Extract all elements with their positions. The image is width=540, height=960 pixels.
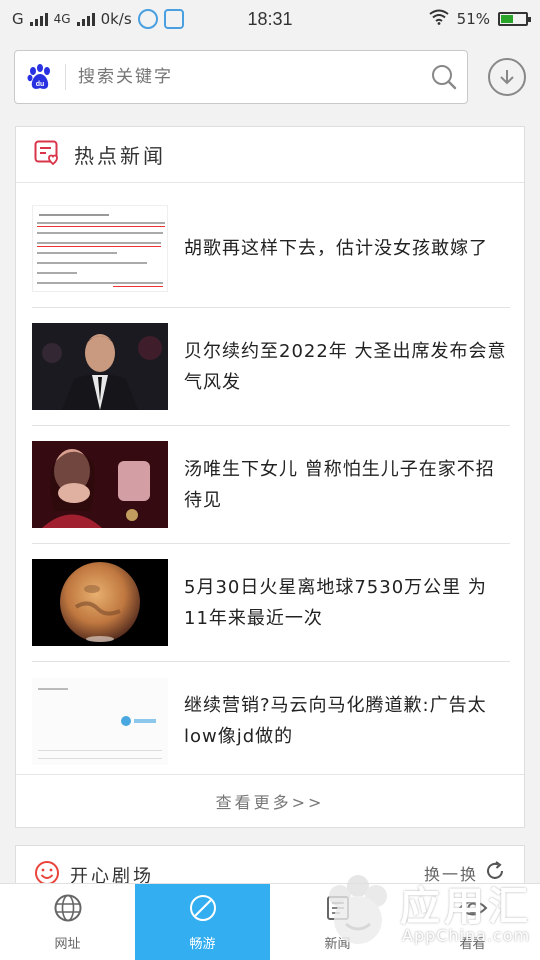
battery-icon [498,12,531,26]
globe-icon [53,893,83,927]
nav-item-websites[interactable]: 网址 [0,884,135,960]
news-title-1: 胡歌再这样下去，估计没女孩敢嫁了 [184,238,488,259]
search-input[interactable] [66,67,421,87]
news-item-4[interactable]: 5月30日火星离地球7530万公里 为11年来最近一次 [32,544,510,662]
nav-label-websites: 网址 [54,936,81,952]
news-thumbnail-4 [32,559,168,646]
bottom-nav: 网址 畅游 新闻 看看 [0,883,540,960]
search-box[interactable]: du [14,50,468,104]
download-icon[interactable] [488,58,526,96]
shield-icon [163,9,184,29]
clock: 18:31 [247,8,293,29]
news-thumbnail-1 [32,205,168,292]
svg-text:du: du [36,81,45,88]
news-item-2[interactable]: 贝尔续约至2022年 大圣出席发布会意气风发 [32,308,510,426]
hot-news-header: 热点新闻 [16,127,524,183]
news-thumbnail-3 [32,441,168,528]
news-heart-icon [34,140,62,170]
nav-item-explore[interactable]: 畅游 [135,884,270,960]
news-title-3: 汤唯生下女儿 曾称怕生儿子在家不招待见 [184,458,495,511]
news-item-3[interactable]: 汤唯生下女儿 曾称怕生儿子在家不招待见 [32,426,510,544]
nav-label-news: 新闻 [324,936,351,952]
news-title-2: 贝尔续约至2022年 大圣出席发布会意气风发 [184,340,507,393]
signal-icon-2 [76,12,95,26]
nav-label-explore: 畅游 [189,936,216,952]
nav-label-watch: 看看 [459,936,486,952]
baidu-paw-icon[interactable]: du [15,50,65,104]
leaf-icon [188,893,218,927]
search-row: du [14,50,526,104]
carrier-label: G [12,10,24,28]
status-bar: G 4G 0k/s 18:31 51% [0,0,540,38]
shuffle-label: 换一换 [423,865,478,884]
nav-item-watch[interactable]: 看看 [405,884,540,960]
wifi-icon [429,9,449,29]
hot-news-card: 热点新闻 胡歌再这样下去，估计没女孩敢嫁了 贝尔续约至2022年 大圣出席发布会… [15,126,525,828]
search-icon[interactable] [421,50,467,104]
network-label: 4G [53,12,71,26]
notification-icon [137,9,158,29]
hot-news-title: 热点新闻 [74,144,166,168]
news-icon [323,893,353,927]
news-thumbnail-5 [32,677,168,765]
eye-icon [458,893,488,927]
news-item-1[interactable]: 胡歌再这样下去，估计没女孩敢嫁了 [32,190,510,308]
news-thumbnail-2 [32,323,168,410]
news-item-5[interactable]: 继续营销?马云向马化腾道歉:广告太low像jd做的 [32,662,510,780]
network-speed: 0k/s [100,10,132,28]
news-title-5: 继续营销?马云向马化腾道歉:广告太low像jd做的 [184,695,487,747]
nav-item-news[interactable]: 新闻 [270,884,405,960]
battery-percent: 51% [456,10,490,28]
view-more-link[interactable]: 查看更多>> [16,774,524,827]
signal-icon [29,12,48,26]
news-title-4: 5月30日火星离地球7530万公里 为11年来最近一次 [184,576,487,629]
